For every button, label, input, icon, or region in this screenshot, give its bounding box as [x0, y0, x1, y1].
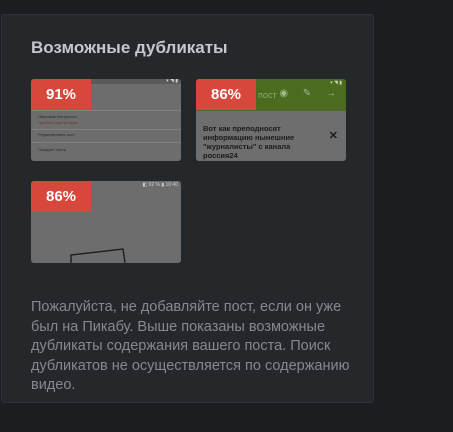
panel-title: Возможные дубликаты	[31, 38, 228, 57]
thumbnail-divider	[31, 142, 181, 143]
duplicate-thumbnail[interactable]: 91% ▾ ◥ ▮ Черновик Интересно Пройти к на…	[31, 79, 181, 161]
thumbnail-body: Вот как преподносят информацию нынешние …	[196, 111, 346, 161]
thumbnail-text: Пройти к настройкам	[38, 120, 78, 125]
close-icon: ✕	[328, 130, 338, 142]
thumbnail-divider	[31, 110, 181, 111]
match-percent-badge: 86%	[31, 181, 91, 212]
status-icons: ▾ ◥ ▮	[166, 79, 178, 84]
match-percent-badge: 91%	[31, 79, 91, 110]
duplicates-panel: Возможные дубликаты 91% ▾ ◥ ▮ Черновик И…	[1, 14, 374, 403]
thumbnail-text: Ожидает поста	[38, 147, 67, 152]
duplicate-thumbnail[interactable]: 86% ◧ 92 % ▮ 10:40	[31, 181, 181, 263]
match-percent-badge: 86%	[196, 79, 256, 110]
thumbnail-text: Вот как преподносят информацию нынешние …	[203, 124, 295, 160]
thumbnail-text: Редактировать пост	[38, 132, 75, 137]
thumbnail-app-bar-title: пост	[258, 90, 277, 100]
status-icons: ▾ ◥ ▮	[330, 80, 342, 86]
thumbnail-app-bar-icons: ◉ ✎ →	[279, 88, 342, 99]
duplicates-notice: Пожалуйста, не добавляйте пост, если он …	[31, 299, 350, 393]
thumbnail-divider	[31, 129, 181, 130]
thumbnail-text: Черновик Интересно	[38, 114, 77, 119]
duplicate-thumbnail[interactable]: 86% ▾ ◥ ▮ пост ◉ ✎ → Вот как преподносят…	[196, 79, 346, 161]
